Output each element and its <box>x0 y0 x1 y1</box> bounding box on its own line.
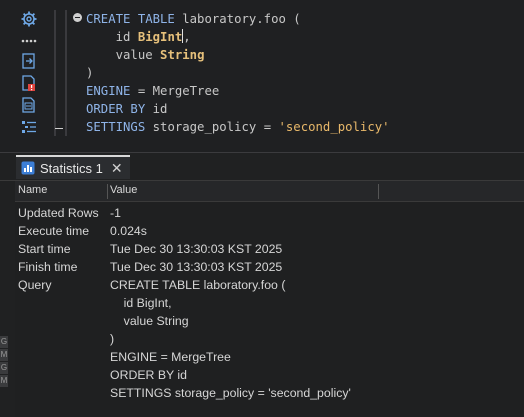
line-marker <box>55 128 63 129</box>
close-icon[interactable]: ✕ <box>111 161 123 175</box>
row-name: Start time <box>18 242 71 256</box>
code-line: ) <box>86 66 93 80</box>
script-file-icon[interactable] <box>20 96 38 114</box>
code-token: id <box>86 30 138 44</box>
row-value: Tue Dec 30 13:30:03 KST 2025 <box>110 260 283 274</box>
statistics-grid[interactable]: Name Value Updated Rows -1 Execute time 0.0… <box>15 181 524 417</box>
row-value: value String <box>110 314 189 328</box>
table-row[interactable]: Query CREATE TABLE laboratory.foo ( <box>15 277 524 295</box>
sql-editor[interactable]: CREATE TABLE laboratory.foo ( id BigInt,… <box>0 0 524 152</box>
code-line: ENGINE = MergeTree <box>86 84 219 98</box>
code-line: SETTINGS storage_policy = 'second_policy… <box>86 120 390 134</box>
row-value: 0.024s <box>110 224 147 238</box>
left-edge-markers: GMGM <box>0 336 8 388</box>
table-row[interactable]: ) <box>15 331 524 349</box>
export-icon[interactable] <box>20 52 38 70</box>
statistics-icon <box>21 161 35 175</box>
row-value: SETTINGS storage_policy = 'second_policy… <box>110 386 351 400</box>
editor-ruler <box>65 10 67 136</box>
grid-header: Name Value <box>15 181 524 202</box>
table-row[interactable]: Start time Tue Dec 30 13:30:03 KST 2025 <box>15 241 524 259</box>
row-name: Execute time <box>18 224 90 238</box>
column-resize-handle[interactable] <box>378 184 379 199</box>
code-token: String <box>160 48 205 62</box>
code-line: ORDER BY id <box>86 102 167 116</box>
code-token: ) <box>86 66 94 80</box>
row-name: Query <box>18 278 52 292</box>
code-line: CREATE TABLE laboratory.foo ( <box>86 12 301 26</box>
table-row[interactable]: SETTINGS storage_policy = 'second_policy… <box>15 385 524 403</box>
row-value: CREATE TABLE laboratory.foo ( <box>110 278 286 292</box>
code-token: id <box>152 102 168 116</box>
table-row[interactable]: id BigInt, <box>15 295 524 313</box>
code-token: ENGINE <box>86 84 131 98</box>
table-row[interactable]: value String <box>15 313 524 331</box>
row-name: Updated Rows <box>18 206 99 220</box>
error-file-icon[interactable] <box>20 74 38 92</box>
code-token: CREATE TABLE <box>86 12 183 26</box>
sql-code[interactable]: CREATE TABLE laboratory.foo ( id BigInt,… <box>86 10 390 136</box>
row-value: Tue Dec 30 13:30:03 KST 2025 <box>110 242 283 256</box>
editor-gutter-divider <box>54 10 56 136</box>
row-value: ) <box>110 332 115 346</box>
edge-marker[interactable]: G <box>0 336 8 348</box>
row-value: id BigInt, <box>110 296 172 310</box>
column-resize-handle[interactable] <box>107 184 108 199</box>
outline-icon[interactable] <box>20 118 38 136</box>
code-line: value String <box>86 48 205 62</box>
edge-marker[interactable]: M <box>0 349 8 361</box>
code-token: 'second_policy' <box>278 120 390 134</box>
row-name: Finish time <box>18 260 78 274</box>
code-token: ORDER BY <box>86 102 153 116</box>
code-token: storage_policy = <box>152 120 279 134</box>
table-row[interactable]: Updated Rows -1 <box>15 205 524 223</box>
results-tabbar: Statistics 1 ✕ <box>0 153 524 181</box>
code-token: SETTINGS <box>86 120 153 134</box>
row-value: ORDER BY id <box>110 368 187 382</box>
code-token: = MergeTree <box>130 84 220 98</box>
table-row[interactable]: ENGINE = MergeTree <box>15 349 524 367</box>
fold-toggle-icon[interactable] <box>73 13 82 22</box>
code-token: , <box>183 30 191 44</box>
edge-marker[interactable]: M <box>0 375 8 387</box>
table-row[interactable]: Finish time Tue Dec 30 13:30:03 KST 2025 <box>15 259 524 277</box>
code-token: BigInt <box>137 30 183 44</box>
tab-statistics[interactable]: Statistics 1 ✕ <box>16 155 130 179</box>
code-token: value <box>86 48 161 62</box>
editor-toolbar <box>0 0 58 152</box>
gear-icon[interactable] <box>20 10 38 28</box>
tab-label: Statistics 1 <box>40 160 103 176</box>
row-value: -1 <box>110 206 121 220</box>
table-row[interactable]: ORDER BY id <box>15 367 524 385</box>
row-value: ENGINE = MergeTree <box>110 350 231 364</box>
table-row[interactable]: Execute time 0.024s <box>15 223 524 241</box>
column-header-value[interactable]: Value <box>110 184 137 196</box>
column-header-name[interactable]: Name <box>18 184 47 196</box>
code-line: id BigInt, <box>86 29 191 44</box>
more-icon[interactable] <box>20 32 38 50</box>
edge-marker[interactable]: G <box>0 362 8 374</box>
code-token: laboratory.foo ( <box>182 12 301 26</box>
